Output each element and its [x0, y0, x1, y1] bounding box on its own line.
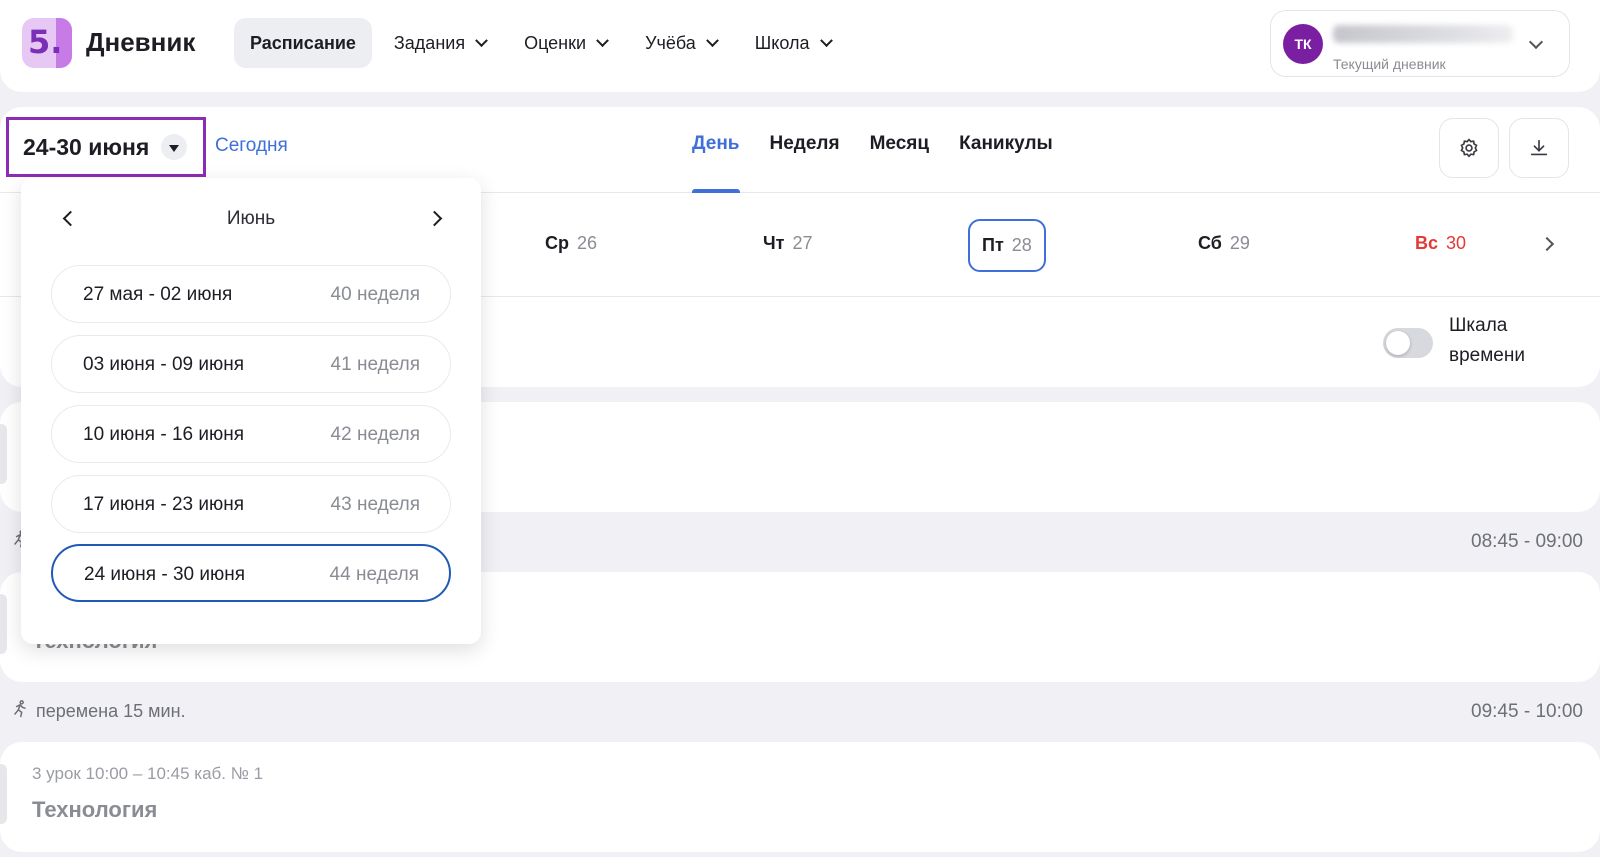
lesson-edge: [0, 764, 7, 824]
week-option[interactable]: 10 июня - 16 июня 42 неделя: [51, 405, 451, 463]
day-thursday[interactable]: Чт 27: [763, 233, 813, 254]
break-time: 08:45 - 09:00: [1471, 531, 1583, 552]
day-friday[interactable]: Пт 28: [968, 219, 1046, 272]
week-number: 43 неделя: [330, 494, 420, 515]
week-range: 17 июня - 23 июня: [83, 494, 244, 515]
week-number: 42 неделя: [330, 424, 420, 445]
day-number: 27: [792, 233, 813, 253]
lesson-edge: [0, 424, 7, 484]
week-picker-dropdown: Июнь 27 мая - 02 июня 40 неделя 03 июня …: [21, 178, 481, 644]
week-number: 44 неделя: [329, 564, 419, 585]
week-number: 40 неделя: [330, 284, 420, 305]
chevron-down-icon: [819, 33, 833, 47]
main-nav: Расписание Задания Оценки Учёба Школа: [234, 18, 853, 68]
settings-button[interactable]: [1439, 118, 1499, 178]
week-range: 03 июня - 09 июня: [83, 354, 244, 375]
tab-holidays[interactable]: Каникулы: [959, 133, 1053, 193]
today-link[interactable]: Сегодня: [215, 135, 288, 157]
chevron-down-icon: [705, 33, 719, 47]
break-text: перемена 15 мин.: [36, 701, 186, 721]
nav-tasks-label: Задания: [393, 32, 466, 53]
week-range: 24 июня - 30 июня: [84, 564, 245, 585]
profile-subtitle: Текущий дневник: [1333, 56, 1446, 72]
lesson-subject: Технология: [32, 797, 158, 822]
app-logo[interactable]: 5.: [22, 18, 72, 68]
time-scale-toggle[interactable]: [1383, 328, 1433, 358]
day-name: Пт: [982, 235, 1004, 255]
download-icon: [1530, 139, 1548, 156]
week-range-button[interactable]: 24-30 июня: [6, 117, 206, 177]
lesson-meta: 3 урок 10:00 – 10:45 каб. № 1: [32, 764, 264, 783]
nav-tasks[interactable]: Задания: [378, 18, 502, 68]
week-option[interactable]: 17 июня - 23 июня 43 неделя: [51, 475, 451, 533]
toggle-knob: [1386, 331, 1410, 355]
profile-name-blurred: [1333, 25, 1513, 43]
nav-grades-label: Оценки: [524, 32, 587, 53]
week-range: 27 мая - 02 июня: [83, 284, 233, 305]
week-option[interactable]: 03 июня - 09 июня 41 неделя: [51, 335, 451, 393]
week-number: 41 неделя: [330, 354, 420, 375]
chevron-right-icon[interactable]: [1539, 236, 1555, 252]
chevron-down-icon: [475, 33, 488, 47]
logo-number: 5.: [28, 23, 63, 61]
lesson-edge: [0, 594, 7, 654]
running-person-icon: [14, 700, 26, 718]
day-sunday[interactable]: Вс 30: [1415, 233, 1466, 254]
day-name: Вс: [1415, 233, 1439, 253]
week-option-selected[interactable]: 24 июня - 30 июня 44 неделя: [51, 544, 451, 602]
day-name: Чт: [763, 233, 785, 253]
week-range-label: 24-30 июня: [23, 133, 150, 160]
chevron-down-icon: [596, 33, 609, 47]
month-label: Июнь: [226, 208, 276, 229]
time-scale-label: Шкала времени: [1449, 315, 1525, 366]
brand-title: Дневник: [86, 27, 196, 57]
week-option[interactable]: 27 мая - 02 июня 40 неделя: [51, 265, 451, 323]
chevron-down-icon: [1528, 34, 1544, 50]
nav-study[interactable]: Учёба: [629, 18, 733, 68]
week-range: 10 июня - 16 июня: [83, 424, 244, 445]
day-saturday[interactable]: Сб 29: [1198, 233, 1250, 254]
avatar: ТК: [1283, 24, 1323, 64]
lesson-card[interactable]: 3 урок 10:00 – 10:45 каб. № 1 Технология: [0, 742, 1600, 852]
nav-school-label: Школа: [754, 32, 810, 53]
day-number: 28: [1011, 235, 1032, 255]
nav-school[interactable]: Школа: [739, 18, 847, 68]
tab-month[interactable]: Месяц: [870, 133, 929, 193]
profile-switcher[interactable]: ТК Текущий дневник: [1270, 10, 1570, 77]
nav-study-label: Учёба: [645, 32, 696, 53]
gear-icon: [1460, 138, 1478, 158]
nav-schedule[interactable]: Расписание: [234, 18, 372, 68]
download-button[interactable]: [1509, 118, 1569, 178]
day-name: Ср: [545, 233, 569, 253]
tab-day[interactable]: День: [692, 133, 740, 193]
caret-down-icon: [161, 134, 188, 160]
break-row: перемена 15 мин. 09:45 - 10:00: [0, 691, 1600, 731]
break-time: 09:45 - 10:00: [1471, 701, 1583, 722]
day-name: Сб: [1198, 233, 1222, 253]
day-number: 30: [1446, 233, 1467, 253]
nav-grades[interactable]: Оценки: [508, 18, 623, 68]
nav-schedule-label: Расписание: [250, 32, 356, 53]
view-tabs: День Неделя Месяц Каникулы: [692, 133, 1083, 193]
day-number: 26: [577, 233, 598, 253]
top-header: 5. Дневник Расписание Задания Оценки Учё…: [0, 0, 1600, 92]
tab-week[interactable]: Неделя: [770, 133, 840, 193]
day-wednesday[interactable]: Ср 26: [545, 233, 597, 254]
day-number: 29: [1229, 233, 1250, 253]
